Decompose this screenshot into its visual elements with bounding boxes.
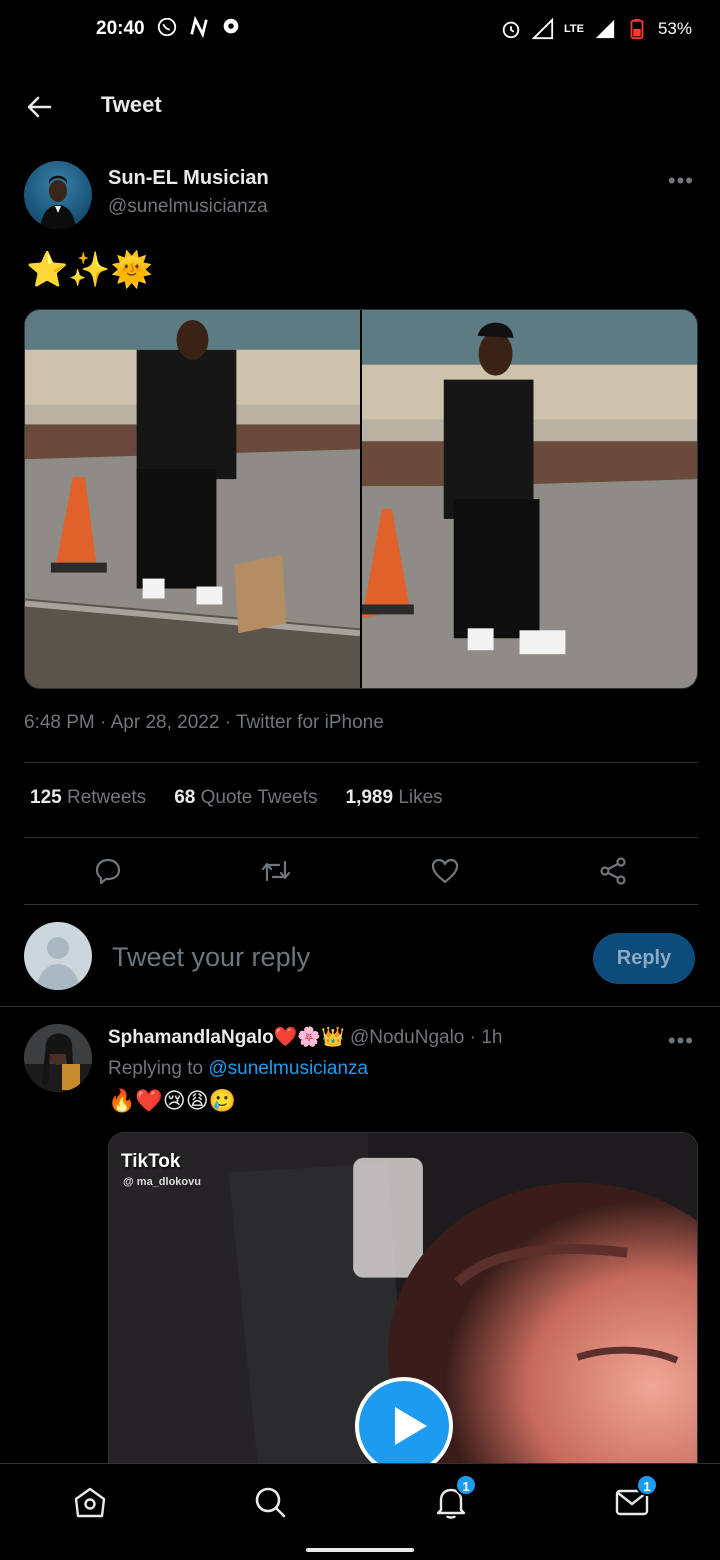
home-icon[interactable] (70, 1482, 110, 1522)
reply-more-options-icon[interactable]: ••• (668, 1028, 694, 1054)
bottom-navigation: 1 1 (0, 1463, 720, 1560)
messenger-icon (223, 18, 239, 34)
status-time: 20:40 (96, 18, 145, 39)
reply-icon[interactable] (93, 856, 123, 886)
reply-author-name[interactable]: SphamandlaNgalo❤️🌸👑 (108, 1027, 345, 1048)
status-notification-icons (156, 16, 242, 38)
page-title: Tweet (101, 92, 162, 117)
home-indicator[interactable] (306, 1548, 414, 1552)
divider (24, 762, 698, 763)
signal-icon (532, 18, 554, 40)
retweet-icon[interactable] (261, 856, 291, 886)
replying-to: Replying to @sunelmusicianza (108, 1058, 369, 1079)
reply-header: SphamandlaNgalo❤️🌸👑 @NoduNgalo · 1h (108, 1025, 502, 1049)
share-icon[interactable] (598, 856, 628, 886)
status-bar: 20:40 LTE 53% (0, 0, 720, 60)
tweet-actions (0, 852, 720, 892)
notifications-badge: 1 (455, 1474, 477, 1496)
reply-author-handle[interactable]: @NoduNgalo (350, 1027, 464, 1048)
default-avatar (24, 922, 92, 990)
reply-author-avatar[interactable] (24, 1024, 92, 1092)
author-avatar[interactable] (24, 161, 92, 229)
tweet-timestamp: 6:48 PM · Apr 28, 2022 · Twitter for iPh… (24, 712, 384, 733)
reply-video[interactable]: TikTok @ ma_dlokovu (108, 1132, 698, 1472)
notifications-tab[interactable]: 1 (431, 1474, 477, 1522)
battery-icon (630, 18, 644, 40)
back-arrow-icon[interactable] (24, 92, 54, 122)
tiktok-watermark: @ ma_dlokovu (123, 1176, 201, 1188)
divider (24, 904, 698, 905)
retweets-stat[interactable]: 125 Retweets (30, 787, 146, 809)
tweet-stats: 125 Retweets 68 Quote Tweets 1,989 Likes (30, 787, 443, 809)
search-icon[interactable] (250, 1482, 290, 1522)
reply-time: · 1h (469, 1027, 503, 1048)
messages-badge: 1 (636, 1474, 658, 1496)
header: Tweet (0, 80, 720, 136)
reply-text: 🔥❤️😢😩🥲 (108, 1088, 237, 1113)
like-icon[interactable] (430, 856, 460, 886)
tweet-photo-1[interactable] (25, 310, 360, 688)
n-icon (190, 16, 208, 38)
network-type: LTE (564, 23, 584, 35)
author-handle[interactable]: @sunelmusicianza (108, 196, 268, 218)
author-name[interactable]: Sun-EL Musician (108, 167, 269, 190)
divider (0, 1006, 720, 1007)
tweet-photo-2[interactable] (362, 310, 697, 688)
reply-input[interactable]: Tweet your reply (112, 942, 310, 973)
play-icon[interactable] (355, 1377, 453, 1472)
tweet-photos (24, 309, 698, 689)
divider (24, 837, 698, 838)
tiktok-logo: TikTok (121, 1151, 181, 1172)
status-system-icons: LTE 53% (500, 18, 692, 40)
reply-button[interactable]: Reply (593, 933, 695, 984)
likes-stat[interactable]: 1,989 Likes (346, 787, 443, 809)
replying-to-link[interactable]: @sunelmusicianza (208, 1058, 368, 1079)
quote-tweets-stat[interactable]: 68 Quote Tweets (174, 787, 317, 809)
battery-percent: 53% (657, 19, 692, 38)
alarm-icon (502, 21, 520, 39)
more-options-icon[interactable]: ••• (668, 168, 694, 194)
whatsapp-icon (157, 17, 177, 37)
tweet-text: ⭐✨🌞 (26, 251, 154, 289)
signal-icon-2 (595, 19, 615, 39)
messages-tab[interactable]: 1 (612, 1474, 658, 1522)
